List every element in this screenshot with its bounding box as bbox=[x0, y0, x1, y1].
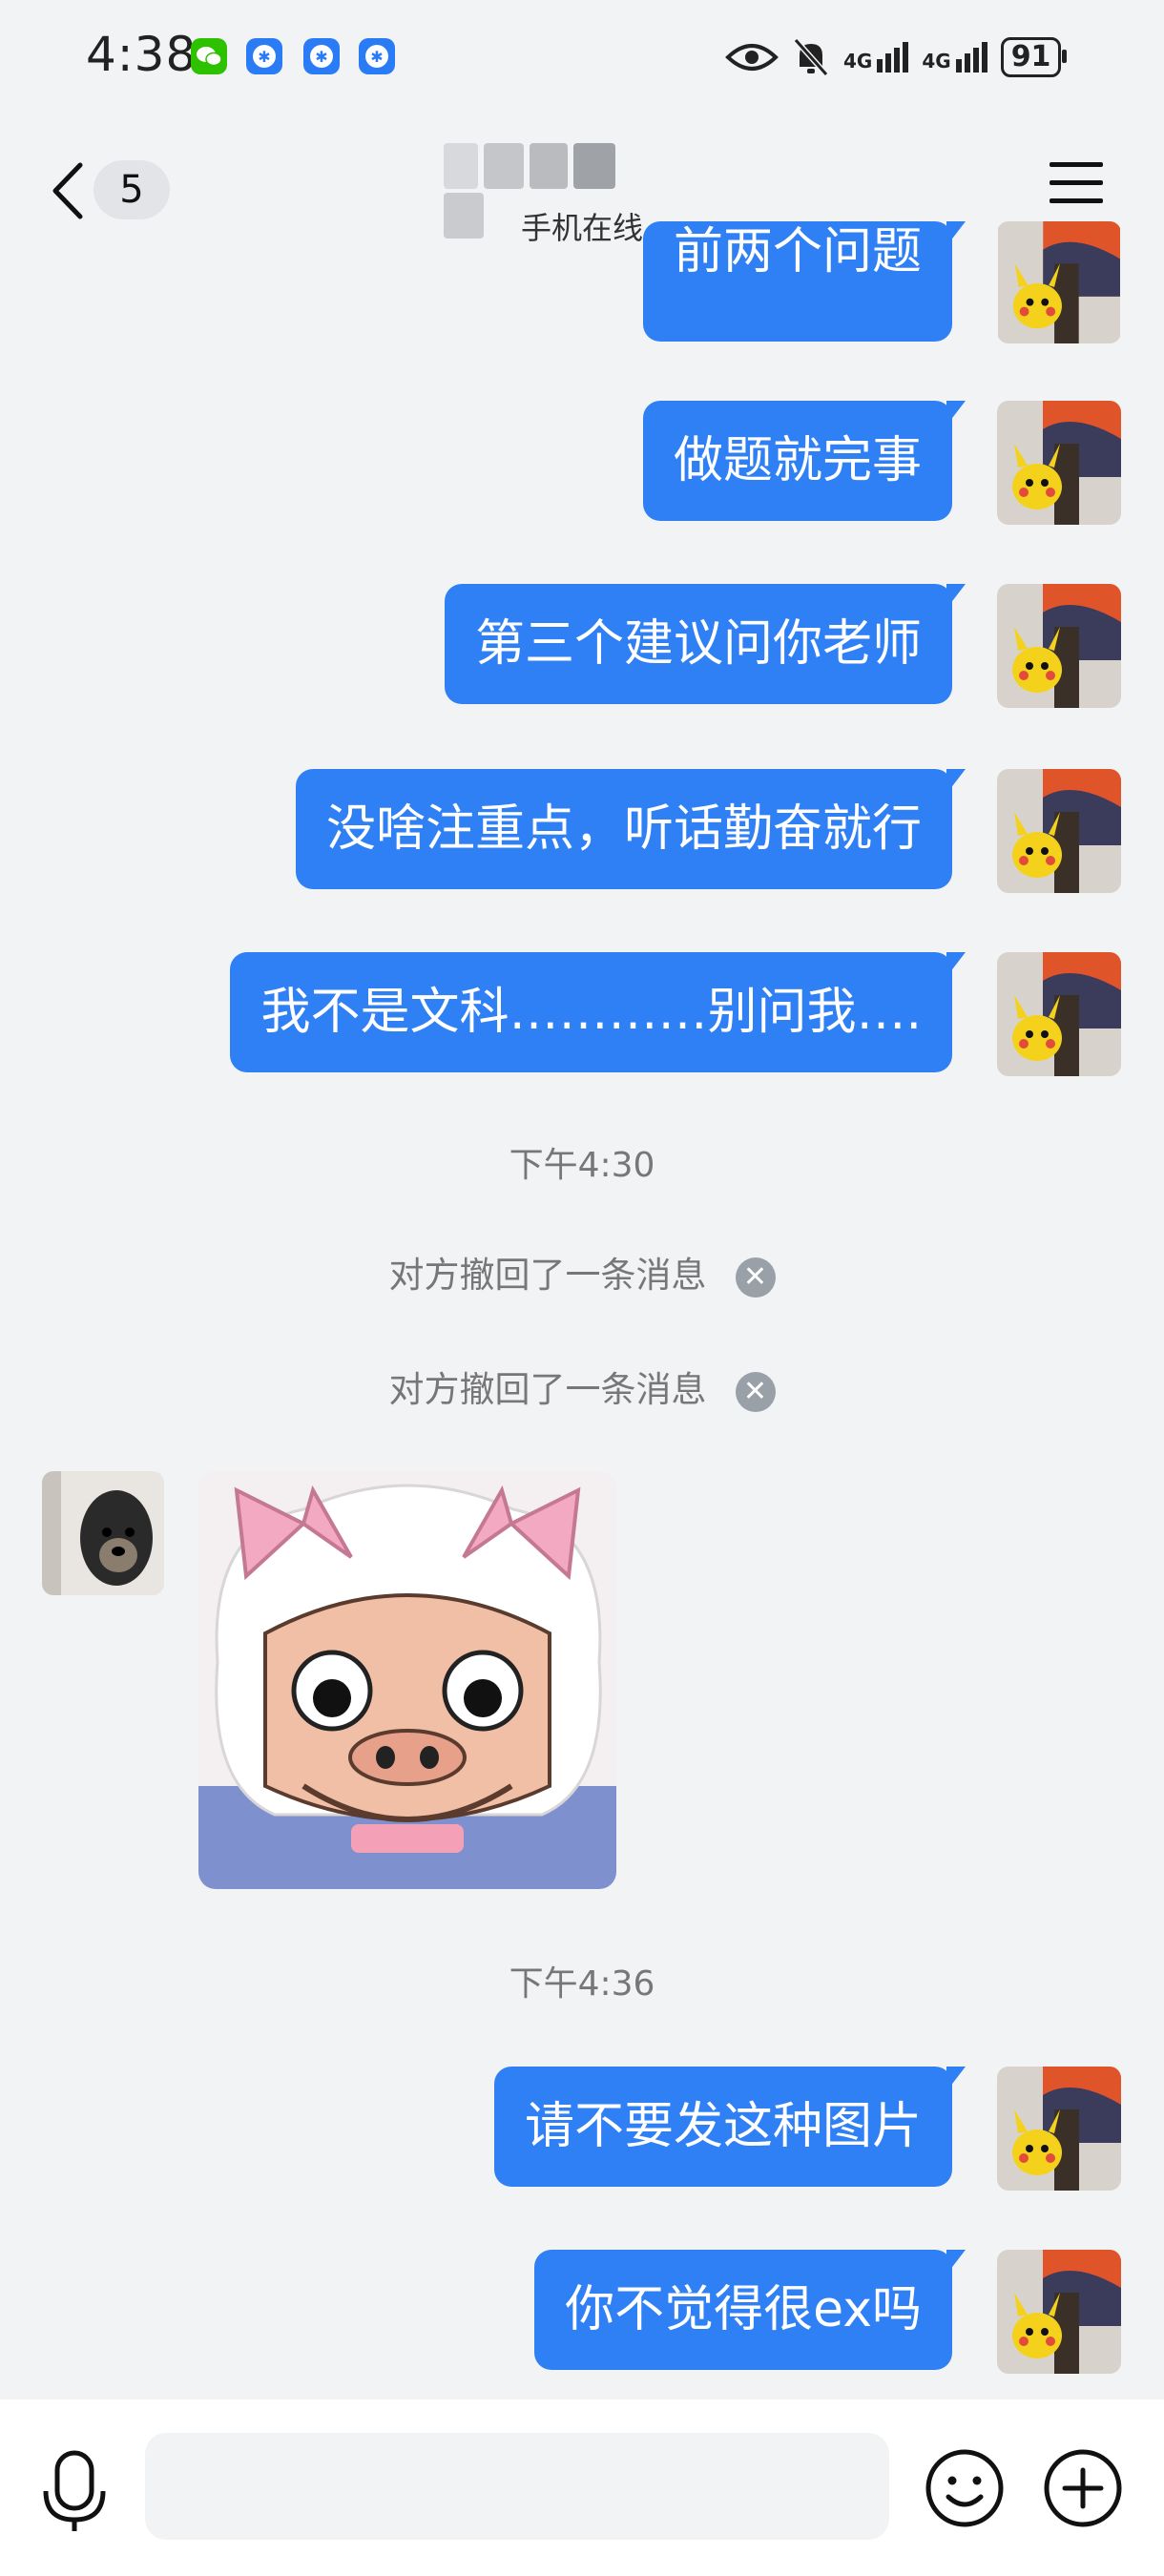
contact-online-status: 手机在线 bbox=[520, 210, 643, 246]
svg-text:✱: ✱ bbox=[370, 48, 383, 66]
contact-avatar[interactable] bbox=[42, 1471, 164, 1595]
qq-notification-icon: ✱ bbox=[303, 38, 340, 74]
my-avatar[interactable] bbox=[997, 584, 1121, 708]
signal-1: 4G bbox=[843, 42, 909, 73]
sent-message-bubble[interactable]: 你不觉得很ex吗 bbox=[534, 2250, 966, 2370]
sent-message-bubble[interactable]: 第三个建议问你老师 bbox=[444, 584, 967, 704]
status-time: 4:38 bbox=[86, 27, 197, 82]
network-type-label: 4G bbox=[922, 50, 951, 73]
close-icon[interactable]: ✕ bbox=[735, 1257, 776, 1298]
sent-message-bubble[interactable]: 请不要发这种图片 bbox=[493, 2067, 967, 2187]
wechat-notification-icon bbox=[191, 38, 227, 74]
network-type-label: 4G bbox=[843, 50, 873, 73]
sent-message-bubble[interactable]: 做题就完事 bbox=[642, 401, 967, 521]
qq-notification-icon: ✱ bbox=[246, 38, 282, 74]
timestamp-label: 下午4:30 bbox=[509, 1146, 655, 1185]
svg-text:✱: ✱ bbox=[258, 48, 270, 66]
svg-text:✱: ✱ bbox=[315, 48, 327, 66]
my-avatar[interactable] bbox=[997, 2250, 1121, 2374]
battery-indicator: 91 bbox=[1000, 37, 1068, 77]
emoji-icon[interactable] bbox=[924, 2447, 1006, 2529]
my-avatar[interactable] bbox=[997, 401, 1121, 525]
contact-name-blurred bbox=[444, 143, 663, 239]
qq-notification-icon: ✱ bbox=[359, 38, 395, 74]
recall-notice-text: 对方撤回了一条消息 bbox=[388, 1369, 707, 1410]
status-indicators: 4G 4G 91 bbox=[725, 29, 1068, 86]
sent-message-bubble[interactable]: 没啥注重点，听话勤奋就行 bbox=[295, 769, 967, 889]
received-sticker-image[interactable] bbox=[198, 1471, 616, 1889]
timestamp-label: 下午4:36 bbox=[509, 1964, 655, 2004]
sent-message-bubble[interactable]: 前两个问题 bbox=[642, 221, 967, 342]
microphone-icon[interactable] bbox=[36, 2447, 113, 2533]
sent-message-bubble[interactable]: 我不是文科…………别问我…. bbox=[230, 952, 966, 1072]
my-avatar[interactable] bbox=[997, 2067, 1121, 2191]
message-input[interactable] bbox=[145, 2433, 889, 2540]
menu-icon[interactable] bbox=[1050, 162, 1103, 210]
eye-icon bbox=[725, 44, 779, 71]
my-avatar[interactable] bbox=[997, 952, 1121, 1076]
my-avatar[interactable] bbox=[997, 769, 1121, 893]
recall-notice: 对方撤回了一条消息 ✕ bbox=[0, 1361, 1164, 1412]
close-icon[interactable]: ✕ bbox=[735, 1371, 776, 1412]
recall-notice: 对方撤回了一条消息 ✕ bbox=[0, 1246, 1164, 1298]
mute-bell-icon bbox=[793, 38, 829, 76]
add-attachment-icon[interactable] bbox=[1042, 2447, 1124, 2529]
recall-notice-text: 对方撤回了一条消息 bbox=[388, 1255, 707, 1296]
my-avatar[interactable] bbox=[997, 221, 1121, 343]
signal-2: 4G bbox=[922, 42, 987, 73]
